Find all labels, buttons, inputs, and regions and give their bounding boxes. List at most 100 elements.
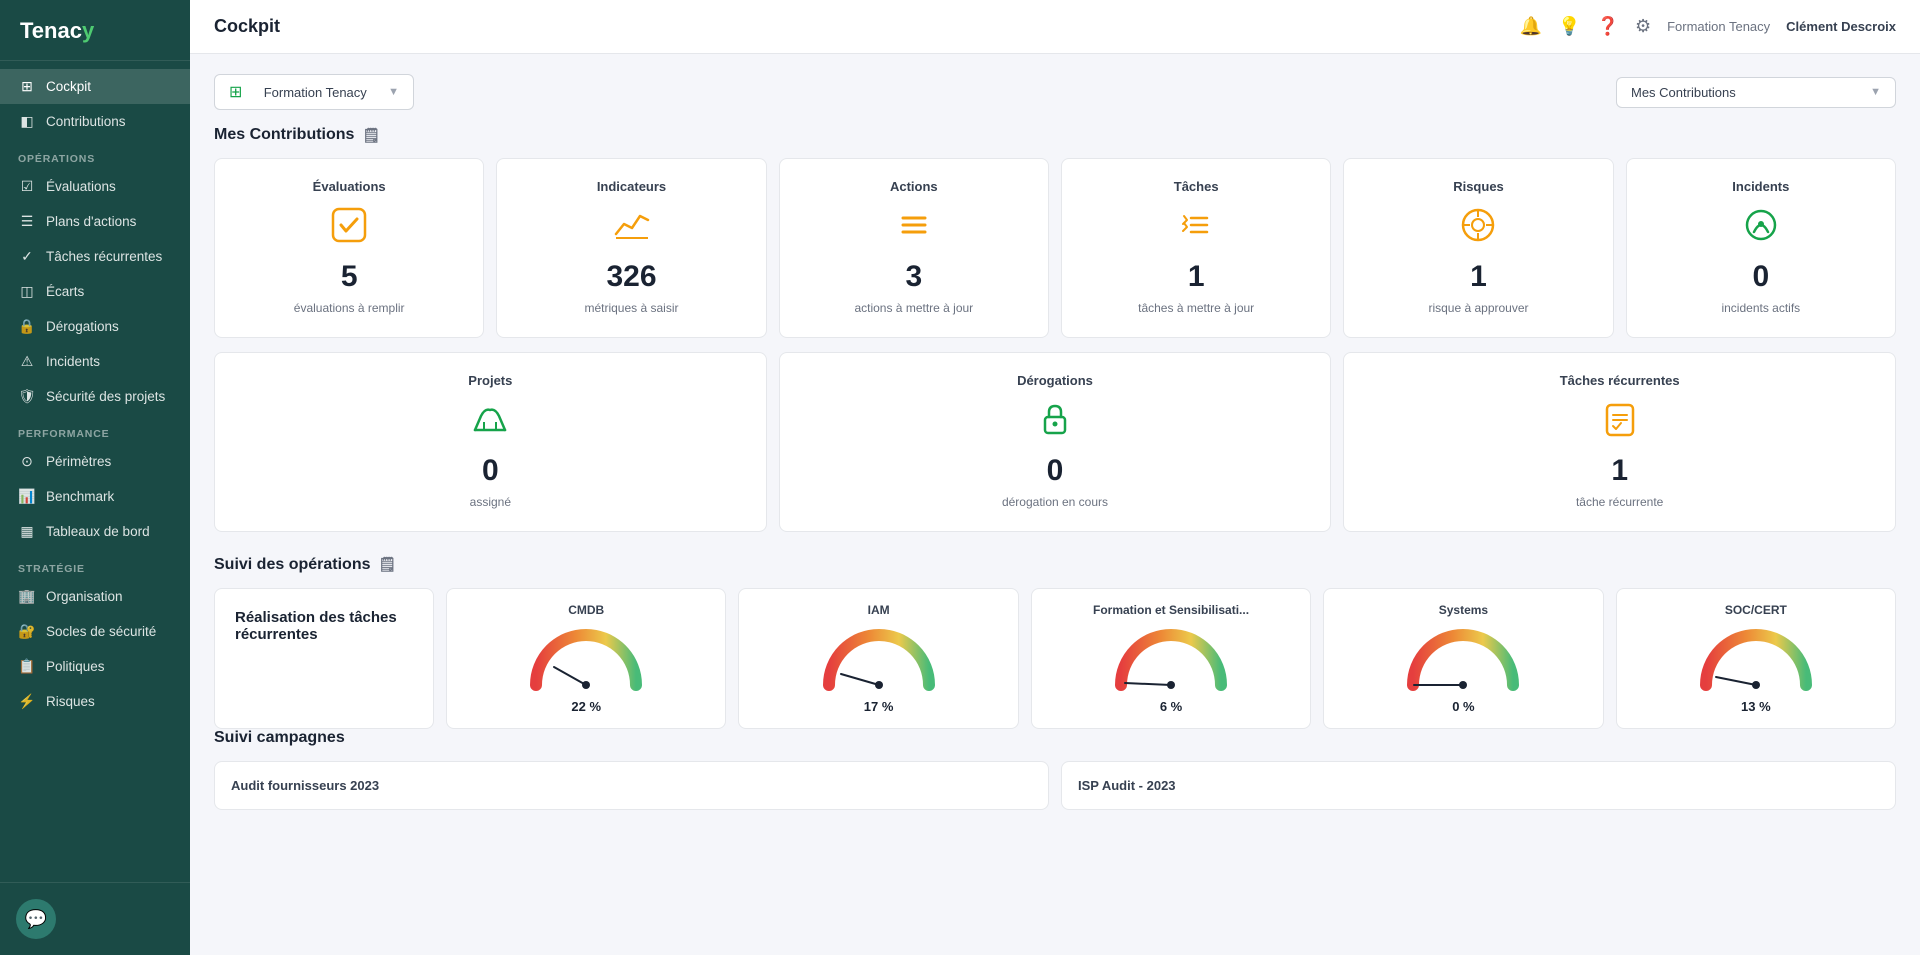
stat-card-taches-recurrentes[interactable]: Tâches récurrentes 1 tâche récurrente: [1343, 352, 1896, 532]
stat-number: 326: [606, 260, 656, 294]
gauge-pct: 17 %: [864, 699, 894, 714]
export-icon[interactable]: 🗒: [362, 127, 380, 144]
sidebar-item-label: Dérogations: [46, 319, 119, 334]
sidebar-item-ecarts[interactable]: ◫ Écarts: [0, 274, 190, 309]
sidebar-item-label: Cockpit: [46, 79, 91, 94]
stat-icon-incidents: [1742, 206, 1780, 252]
sidebar-item-taches[interactable]: ✓ Tâches récurrentes: [0, 239, 190, 274]
campaign-card-isp[interactable]: ISP Audit - 2023: [1061, 761, 1896, 810]
stat-title: Tâches récurrentes: [1560, 373, 1680, 388]
campaign-title: Audit fournisseurs 2023: [231, 778, 1032, 793]
stat-title: Indicateurs: [597, 179, 666, 194]
stat-card-evaluations[interactable]: Évaluations 5 évaluations à remplir: [214, 158, 484, 338]
sidebar-item-securite[interactable]: 🛡 Sécurité des projets: [0, 379, 190, 414]
section-label-strategie: STRATÉGIE: [0, 549, 190, 579]
topbar-right: 🔔 💡 ❓ ⚙ Formation Tenacy Clément Descroi…: [1520, 16, 1896, 37]
org-selector[interactable]: ⊞ Formation Tenacy ▼: [214, 74, 414, 110]
sidebar-item-socles[interactable]: 🔐 Socles de sécurité: [0, 614, 190, 649]
benchmark-icon: 📊: [18, 488, 36, 505]
gauge-outer: Réalisation des tâches récurrentes CMDB: [214, 588, 1896, 729]
stat-number: 0: [482, 454, 499, 488]
sidebar-item-risques[interactable]: ⚡ Risques: [0, 684, 190, 719]
stat-card-taches[interactable]: Tâches 1 tâches à mettre à jour: [1061, 158, 1331, 338]
stat-number: 0: [1047, 454, 1064, 488]
gauge-wrap: 0 %: [1403, 625, 1523, 714]
filters-row: ⊞ Formation Tenacy ▼ Mes Contributions ▼: [214, 74, 1896, 110]
sidebar-item-label: Écarts: [46, 284, 84, 299]
sidebar-item-perimetres[interactable]: ⊙ Périmètres: [0, 444, 190, 479]
stat-desc: incidents actifs: [1721, 300, 1800, 317]
sidebar-item-label: Contributions: [46, 114, 126, 129]
stats-grid-row1: Évaluations 5 évaluations à remplir Indi…: [214, 158, 1896, 338]
sidebar-item-organisation[interactable]: 🏢 Organisation: [0, 579, 190, 614]
user-name: Clément Descroix: [1786, 19, 1896, 34]
sidebar-item-cockpit[interactable]: ⊞ Cockpit: [0, 69, 190, 104]
gauge-card-systems[interactable]: Systems: [1323, 588, 1603, 729]
topbar: Cockpit 🔔 💡 ❓ ⚙ Formation Tenacy Clément…: [190, 0, 1920, 54]
cockpit-icon: ⊞: [18, 78, 36, 95]
stat-card-indicateurs[interactable]: Indicateurs 326 métriques à saisir: [496, 158, 766, 338]
stat-number: 1: [1470, 260, 1487, 294]
stat-card-derogations[interactable]: Dérogations 0 dérogation en cours: [779, 352, 1332, 532]
plans-icon: ☰: [18, 213, 36, 230]
chevron-down-icon: ▼: [388, 86, 399, 98]
sidebar-item-contributions[interactable]: ◧ Contributions: [0, 104, 190, 139]
settings-icon[interactable]: ⚙: [1635, 16, 1651, 37]
sidebar-item-derogations[interactable]: 🔒 Dérogations: [0, 309, 190, 344]
export-icon[interactable]: 🗒: [378, 556, 396, 573]
sidebar-item-label: Périmètres: [46, 454, 111, 469]
realisation-title: Réalisation des tâches récurrentes: [235, 609, 413, 643]
contributions-icon: ◧: [18, 113, 36, 130]
stat-desc: risque à approuver: [1428, 300, 1528, 317]
section-title-text: Mes Contributions: [214, 126, 354, 144]
view-selector[interactable]: Mes Contributions ▼: [1616, 77, 1896, 108]
notifications-icon[interactable]: 🔔: [1520, 16, 1542, 37]
help-icon[interactable]: ❓: [1597, 16, 1619, 37]
sidebar-item-label: Politiques: [46, 659, 105, 674]
sidebar-item-benchmark[interactable]: 📊 Benchmark: [0, 479, 190, 514]
campaigns-grid: Audit fournisseurs 2023 ISP Audit - 2023: [214, 761, 1896, 810]
gauge-wrap: 6 %: [1111, 625, 1231, 714]
mes-contributions-title: Mes Contributions 🗒: [214, 126, 1896, 144]
sidebar-item-politiques[interactable]: 📋 Politiques: [0, 649, 190, 684]
perimetres-icon: ⊙: [18, 453, 36, 470]
gauge-svg-formation: [1111, 625, 1231, 695]
stat-desc: dérogation en cours: [1002, 494, 1108, 511]
gauge-pct: 22 %: [571, 699, 601, 714]
stat-desc: métriques à saisir: [584, 300, 678, 317]
gauge-card-soc[interactable]: SOC/CERT: [1616, 588, 1896, 729]
section-label-performance: PERFORMANCE: [0, 414, 190, 444]
stat-icon-risques: [1459, 206, 1497, 252]
stat-title: Tâches: [1174, 179, 1219, 194]
sidebar-item-evaluations[interactable]: ☑ Évaluations: [0, 169, 190, 204]
suivi-operations-title: Suivi des opérations 🗒: [214, 556, 1896, 574]
gauge-title: IAM: [868, 603, 890, 617]
campaign-card-audit[interactable]: Audit fournisseurs 2023: [214, 761, 1049, 810]
sidebar-item-incidents[interactable]: ⚠ Incidents: [0, 344, 190, 379]
logo-text: Tenacy: [20, 18, 94, 43]
bulb-icon[interactable]: 💡: [1558, 16, 1580, 37]
org-selector-icon: ⊞: [229, 82, 242, 102]
sidebar-item-plans[interactable]: ☰ Plans d'actions: [0, 204, 190, 239]
gauge-card-iam[interactable]: IAM: [738, 588, 1018, 729]
gauge-pct: 0 %: [1452, 699, 1474, 714]
stat-card-incidents[interactable]: Incidents 0 incidents actifs: [1626, 158, 1896, 338]
gauge-card-formation[interactable]: Formation et Sensibilisati...: [1031, 588, 1311, 729]
stat-desc: évaluations à remplir: [294, 300, 405, 317]
gauge-wrap: 13 %: [1696, 625, 1816, 714]
chat-button[interactable]: 💬: [16, 899, 56, 939]
stat-icon-taches: [1177, 206, 1215, 252]
stat-title: Risques: [1453, 179, 1504, 194]
gauge-svg-iam: [819, 625, 939, 695]
sidebar-item-tableaux[interactable]: ▦ Tableaux de bord: [0, 514, 190, 549]
logo-dot: y: [82, 18, 94, 43]
gauge-card-cmdb[interactable]: CMDB: [446, 588, 726, 729]
sidebar-nav: ⊞ Cockpit ◧ Contributions OPÉRATIONS ☑ É…: [0, 61, 190, 882]
stat-card-actions[interactable]: Actions 3 actions à mettre à jour: [779, 158, 1049, 338]
stat-card-projets[interactable]: Projets 0 assigné: [214, 352, 767, 532]
stat-card-risques[interactable]: Risques 1 risque à approuver: [1343, 158, 1613, 338]
stat-title: Dérogations: [1017, 373, 1093, 388]
chevron-down-icon: ▼: [1870, 86, 1881, 98]
stats-grid-row2: Projets 0 assigné Dérogations: [214, 352, 1896, 532]
stat-desc: assigné: [470, 494, 511, 511]
